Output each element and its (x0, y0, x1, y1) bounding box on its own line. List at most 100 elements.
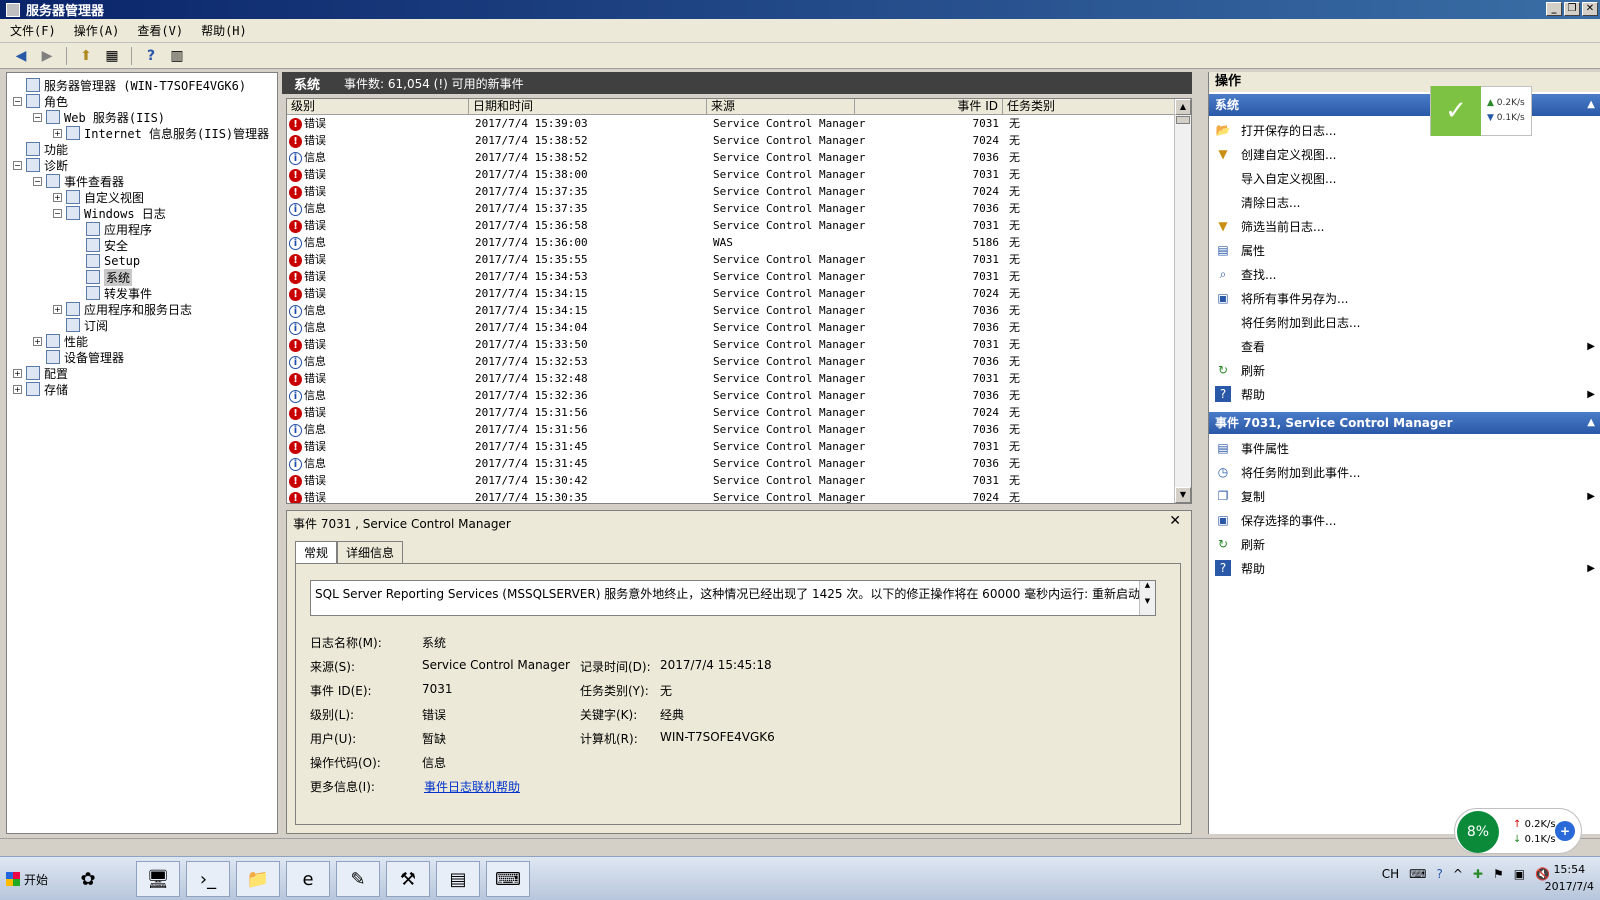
table-row[interactable]: i 信息 2017/7/4 15:34:04 Service Control Mana… (287, 319, 1175, 336)
action-item[interactable]: ▣ 将所有事件另存为... (1209, 286, 1600, 310)
table-row[interactable]: ! 错误 2017/7/4 15:39:03 Service Control Mana… (287, 115, 1175, 132)
table-row[interactable]: i 信息 2017/7/4 15:36:00 WAS 5186 无 (287, 234, 1175, 251)
action-item[interactable]: ▤ 属性 (1209, 238, 1600, 262)
minimize-button[interactable]: _ (1546, 2, 1562, 16)
action-item[interactable]: ▤ 事件属性 (1209, 436, 1600, 460)
close-icon[interactable]: ✕ (1169, 513, 1181, 529)
action-item[interactable]: ? 帮助 ▶ (1209, 556, 1600, 580)
table-row[interactable]: i 信息 2017/7/4 15:32:53 Service Control Mana… (287, 353, 1175, 370)
plus-icon[interactable]: + (1555, 821, 1575, 841)
table-row[interactable]: ! 错误 2017/7/4 15:30:35 Service Control Mana… (287, 489, 1175, 503)
expand-icon[interactable]: + (53, 192, 62, 202)
expand-icon[interactable]: + (53, 128, 62, 138)
table-row[interactable]: ! 错误 2017/7/4 15:31:45 Service Control Mana… (287, 438, 1175, 455)
collapse-caret-icon[interactable]: ▲ (1587, 412, 1595, 434)
menu-file[interactable]: 文件(F) (10, 22, 56, 39)
action-item[interactable]: 导入自定义视图... (1209, 166, 1600, 190)
up-folder-icon[interactable]: ⬆ (75, 46, 97, 66)
input-language[interactable]: CH (1382, 867, 1399, 881)
browser-icon[interactable]: e (286, 861, 330, 897)
clock[interactable]: 15:54 2017/7/4 (1545, 861, 1594, 895)
action-item[interactable]: ▣ 保存选择的事件... (1209, 508, 1600, 532)
collapse-caret-icon[interactable]: ▲ (1587, 94, 1595, 116)
tree-item[interactable]: + 配置 (13, 365, 68, 381)
tree-item[interactable]: Setup (73, 253, 140, 269)
action-item[interactable]: ❐ 复制 ▶ (1209, 484, 1600, 508)
tree-item[interactable]: 安全 (73, 237, 128, 253)
table-row[interactable]: i 信息 2017/7/4 15:37:35 Service Control Mana… (287, 200, 1175, 217)
network-monitor-widget[interactable]: ✓ ▲ 0.2K/s ▼ 0.1K/s (1430, 86, 1532, 136)
actions-section-header[interactable]: 系统 ▲ (1209, 94, 1600, 116)
column-task-category[interactable]: 任务类别 (1003, 99, 1175, 115)
table-row[interactable]: ! 错误 2017/7/4 15:30:42 Service Control Mana… (287, 472, 1175, 489)
column-datetime[interactable]: 日期和时间 (469, 99, 707, 115)
help-tray-icon[interactable]: ? (1436, 867, 1442, 881)
action-item[interactable]: ↻ 刷新 (1209, 358, 1600, 382)
menu-view[interactable]: 查看(V) (137, 22, 183, 39)
table-row[interactable]: ! 错误 2017/7/4 15:33:50 Service Control Mana… (287, 336, 1175, 353)
action-item[interactable]: ▼ 筛选当前日志... (1209, 214, 1600, 238)
tree-item[interactable]: − Web 服务器(IIS) (33, 109, 165, 125)
action-item[interactable]: 查看 ▶ (1209, 334, 1600, 358)
expand-icon[interactable]: + (13, 368, 22, 378)
scroll-up-arrow-icon[interactable]: ▲ (1175, 99, 1191, 115)
menu-help[interactable]: 帮助(H) (201, 22, 247, 39)
action-item[interactable]: 将任务附加到此日志... (1209, 310, 1600, 334)
expand-icon[interactable]: + (53, 304, 62, 314)
column-level[interactable]: 级别 (287, 99, 469, 115)
keyboard-icon[interactable]: ⌨ (1409, 867, 1426, 881)
collapse-icon[interactable]: − (13, 160, 22, 170)
column-event-id[interactable]: 事件 ID (855, 99, 1003, 115)
tree-item[interactable]: − 角色 (13, 93, 68, 109)
server-manager-taskbar-icon[interactable]: 🖥 (136, 861, 180, 897)
action-item[interactable]: ? 帮助 ▶ (1209, 382, 1600, 406)
file-explorer-icon[interactable]: 📁 (236, 861, 280, 897)
restore-button[interactable]: ❐ (1564, 2, 1580, 16)
close-button[interactable]: ✕ (1582, 2, 1598, 16)
tools-icon[interactable]: ⚒ (386, 861, 430, 897)
remote-desktop-icon[interactable]: ⌨ (486, 861, 530, 897)
table-row[interactable]: i 信息 2017/7/4 15:38:52 Service Control Mana… (287, 149, 1175, 166)
tab-general[interactable]: 常规 (295, 541, 338, 563)
table-row[interactable]: ! 错误 2017/7/4 15:36:58 Service Control Mana… (287, 217, 1175, 234)
network-tray-icon[interactable]: ▣ (1514, 867, 1525, 881)
menu-action[interactable]: 操作(A) (74, 22, 120, 39)
show-action-pane-icon[interactable]: ▥ (166, 46, 188, 66)
powershell-icon[interactable]: ›_ (186, 861, 230, 897)
tree-item[interactable]: 服务器管理器 (WIN-T7SOFE4VGK6) (13, 77, 246, 93)
help-icon[interactable]: ? (140, 46, 162, 66)
table-row[interactable]: i 信息 2017/7/4 15:31:56 Service Control Mana… (287, 421, 1175, 438)
event-message[interactable]: SQL Server Reporting Services (MSSQLSERV… (310, 580, 1156, 616)
collapse-icon[interactable]: − (33, 112, 42, 122)
scroll-thumb[interactable] (1176, 116, 1190, 124)
online-help-link[interactable]: 事件日志联机帮助 (424, 778, 520, 795)
tree-item[interactable]: 转发事件 (73, 285, 152, 301)
action-item[interactable]: ◷ 将任务附加到此事件... (1209, 460, 1600, 484)
message-scrollbar[interactable]: ▲ ▼ (1139, 581, 1155, 615)
tab-details[interactable]: 详细信息 (337, 541, 404, 563)
table-row[interactable]: i 信息 2017/7/4 15:31:45 Service Control Mana… (287, 455, 1175, 472)
table-row[interactable]: ! 错误 2017/7/4 15:31:56 Service Control Mana… (287, 404, 1175, 421)
table-row[interactable]: ! 错误 2017/7/4 15:38:00 Service Control Mana… (287, 166, 1175, 183)
show-hide-tree-icon[interactable]: ▦ (101, 46, 123, 66)
collapse-icon[interactable]: − (53, 208, 62, 218)
show-hidden-icons-chevron-icon[interactable]: ^ (1453, 867, 1463, 881)
action-item[interactable]: 📂 打开保存的日志... (1209, 118, 1600, 142)
collapse-icon[interactable]: − (33, 176, 42, 186)
table-row[interactable]: ! 错误 2017/7/4 15:34:53 Service Control Mana… (287, 268, 1175, 285)
tree-item[interactable]: − 事件查看器 (33, 173, 124, 189)
table-row[interactable]: i 信息 2017/7/4 15:34:15 Service Control Mana… (287, 302, 1175, 319)
tree-item[interactable]: 应用程序 (73, 221, 152, 237)
tree-item[interactable]: + 自定义视图 (53, 189, 144, 205)
tree-item[interactable]: + 性能 (33, 333, 88, 349)
flag-tray-icon[interactable]: ⚑ (1493, 867, 1504, 881)
action-item[interactable]: ↻ 刷新 (1209, 532, 1600, 556)
scroll-down-arrow-icon[interactable]: ▼ (1175, 487, 1191, 503)
table-row[interactable]: i 信息 2017/7/4 15:32:36 Service Control Mana… (287, 387, 1175, 404)
back-arrow-icon[interactable]: ◀ (10, 46, 32, 66)
tree-item[interactable]: 功能 (13, 141, 68, 157)
forward-arrow-icon[interactable]: ▶ (36, 46, 58, 66)
actions-section-header[interactable]: 事件 7031, Service Control Manager ▲ (1209, 412, 1600, 434)
table-row[interactable]: ! 错误 2017/7/4 15:38:52 Service Control Mana… (287, 132, 1175, 149)
tree-item[interactable]: + 应用程序和服务日志 (53, 301, 192, 317)
